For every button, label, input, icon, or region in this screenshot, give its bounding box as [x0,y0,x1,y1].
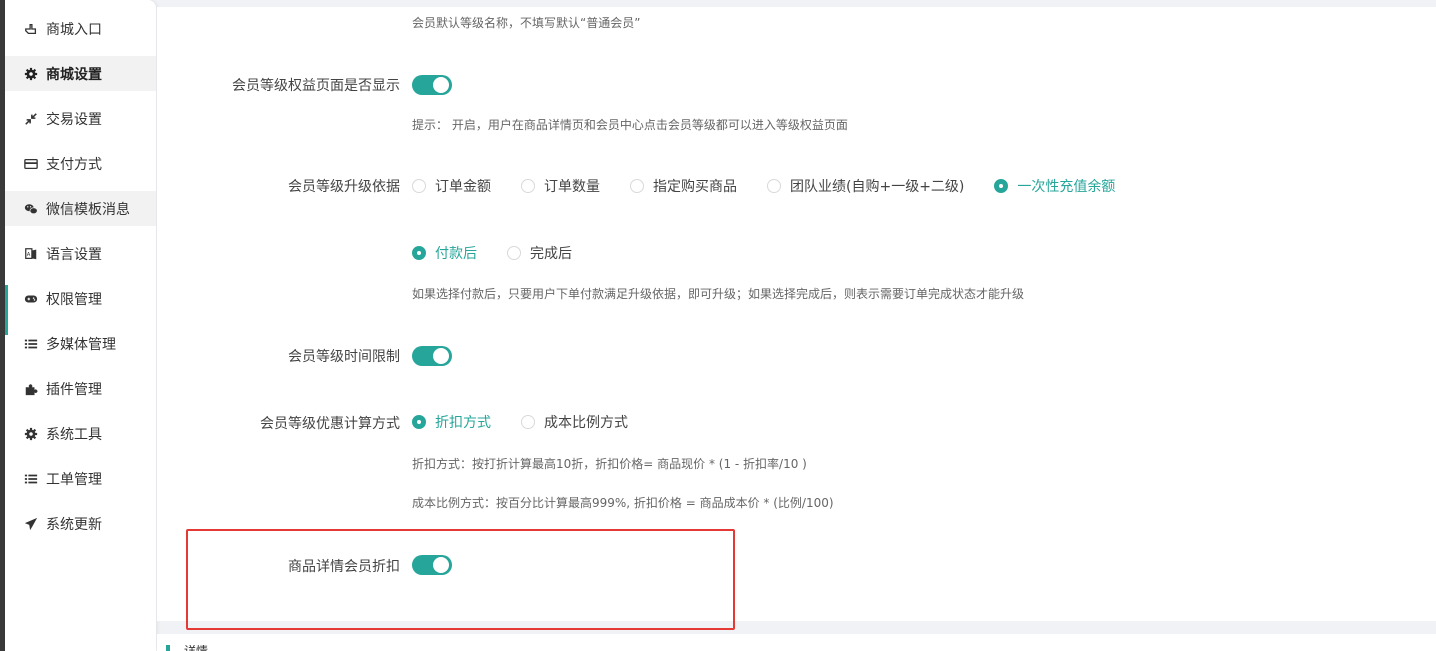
rights-page-toggle[interactable] [412,75,452,95]
next-section-card [157,634,1436,651]
sidebar-item-label: 语言设置 [46,246,102,263]
hand-pointer-icon [23,21,39,37]
radio-circle-icon [521,179,535,193]
gamepad-icon [23,291,39,307]
radio-circle-icon [412,179,426,193]
discount-method-hint-1: 折扣方式：按打折计算最高10折，折扣价格= 商品现价 * (1 - 折扣率/10… [412,457,807,471]
sidebar-item-trade-settings[interactable]: 交易设置 [5,101,156,136]
sidebar-item-label: 交易设置 [46,111,102,128]
sidebar: 商城入口 商城设置 交易设置 支付方式 微信模板消息 A 语言设置 权限管理 多… [5,0,156,651]
sidebar-item-system-update[interactable]: 系统更新 [5,506,156,541]
credit-card-icon [23,156,39,172]
radio-circle-icon [521,415,535,429]
sidebar-item-language[interactable]: A 语言设置 [5,236,156,271]
compress-arrows-icon [23,111,39,127]
radio-discount-rate[interactable]: 折扣方式 [412,412,491,432]
sidebar-item-label: 微信模板消息 [46,201,130,218]
radio-order-amount[interactable]: 订单金额 [412,176,491,196]
upgrade-basis-label: 会员等级升级依据 [288,179,400,195]
radio-circle-icon [507,246,521,260]
radio-checked-icon [412,246,426,260]
section-title-accent [166,645,170,651]
radio-cost-ratio[interactable]: 成本比例方式 [521,412,628,432]
rights-page-label: 会员等级权益页面是否显示 [232,78,400,94]
wechat-icon [23,201,39,217]
radio-order-count[interactable]: 订单数量 [521,176,600,196]
highlight-annotation-box [186,529,735,630]
sidebar-item-mall-entry[interactable]: 商城入口 [5,11,156,46]
upgrade-basis-radio-group: 订单金额 订单数量 指定购买商品 团队业绩(自购+一级+二级) 一次性充值余额 [412,176,1145,196]
sidebar-item-plugins[interactable]: 插件管理 [5,371,156,406]
next-section-title: 详情 [184,645,208,651]
discount-method-hint-2: 成本比例方式：按百分比计算最高999%, 折扣价格 = 商品成本价 * (比例/… [412,496,834,510]
level-name-hint: 会员默认等级名称，不填写默认“普通会员” [412,16,641,30]
sidebar-item-wechat-template[interactable]: 微信模板消息 [5,191,156,226]
radio-after-completion[interactable]: 完成后 [507,243,572,263]
sidebar-item-label: 支付方式 [46,156,102,173]
radio-after-payment[interactable]: 付款后 [412,243,477,263]
sidebar-item-permissions[interactable]: 权限管理 [5,281,156,316]
radio-circle-icon [630,179,644,193]
paper-plane-icon [23,516,39,532]
upgrade-timing-radio-group: 付款后 完成后 [412,243,602,263]
radio-team-performance[interactable]: 团队业绩(自购+一级+二级) [767,176,964,196]
sidebar-item-label: 商城入口 [46,21,102,38]
puzzle-icon [23,381,39,397]
radio-circle-icon [767,179,781,193]
radio-one-time-recharge[interactable]: 一次性充值余额 [994,176,1115,196]
time-limit-toggle[interactable] [412,346,452,366]
sidebar-item-tickets[interactable]: 工单管理 [5,461,156,496]
list-icon [23,471,39,487]
time-limit-label: 会员等级时间限制 [288,349,400,365]
discount-method-label: 会员等级优惠计算方式 [260,416,400,432]
sidebar-item-label: 工单管理 [46,471,102,488]
rights-page-hint: 提示： 开启，用户在商品详情页和会员中心点击会员等级都可以进入等级权益页面 [412,118,848,132]
language-book-icon: A [23,246,39,262]
radio-specified-product[interactable]: 指定购买商品 [630,176,737,196]
sidebar-item-label: 插件管理 [46,381,102,398]
discount-method-radio-group: 折扣方式 成本比例方式 [412,412,658,432]
svg-text:A: A [27,251,31,257]
sidebar-item-label: 权限管理 [46,291,102,308]
radio-checked-icon [412,415,426,429]
radio-checked-icon [994,179,1009,193]
upgrade-timing-hint: 如果选择付款后，只要用户下单付款满足升级依据，即可升级；如果选择完成后，则表示需… [412,287,1025,301]
sidebar-item-label: 系统更新 [46,516,102,533]
